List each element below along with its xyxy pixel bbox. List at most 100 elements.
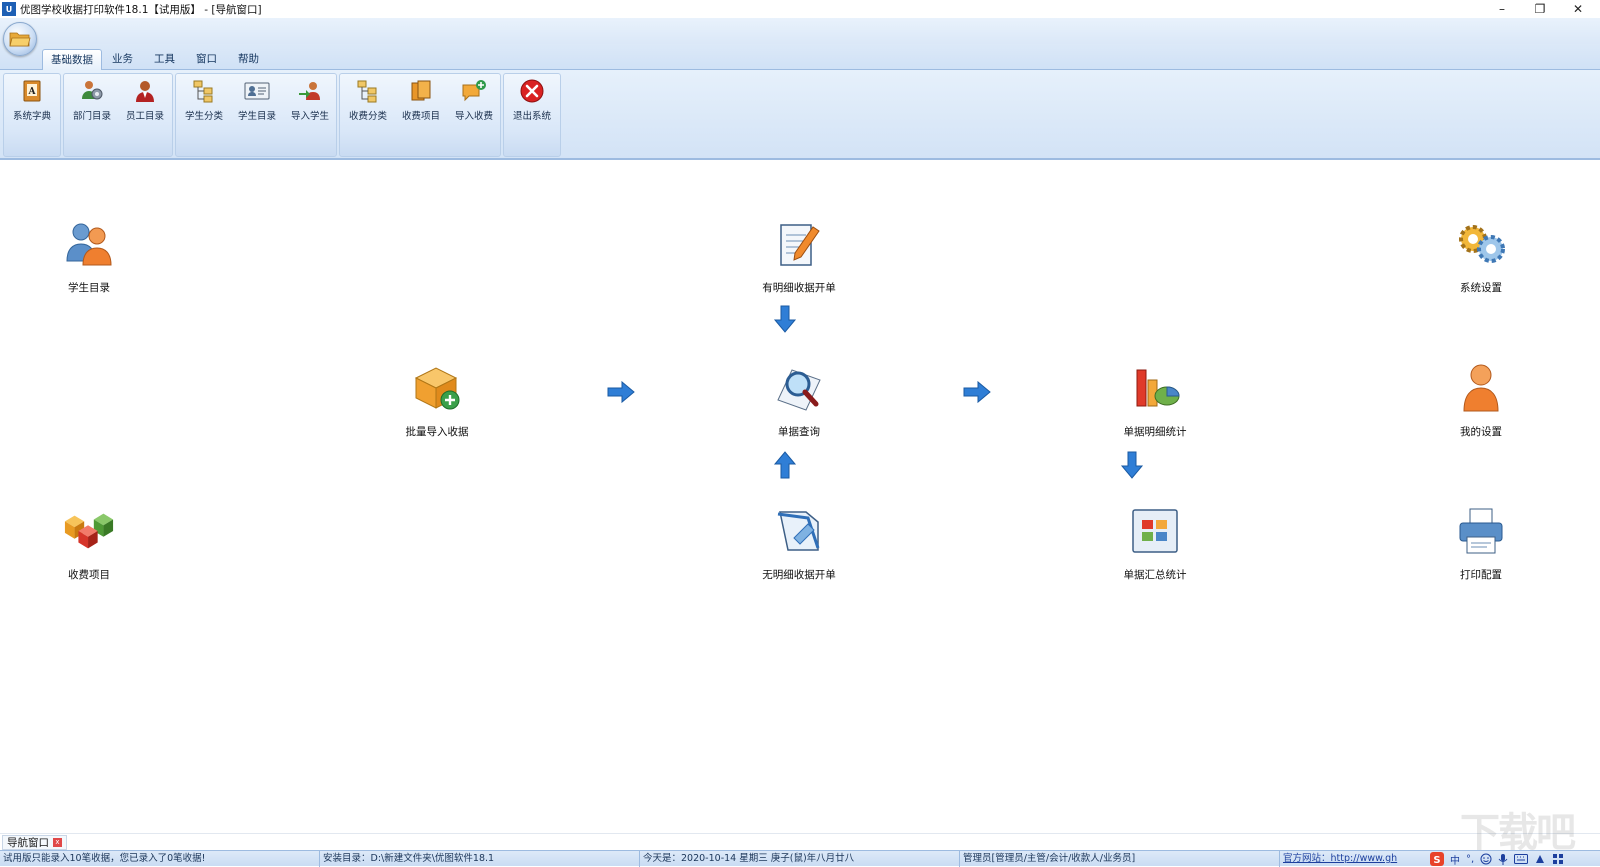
document-tab-bar: 导航窗口 x [0, 833, 1600, 850]
ribbon-button-import-charges[interactable]: 导入收费 [448, 78, 500, 128]
title-bar: U 优图学校收据打印软件18.1【试用版】 - [导航窗口] – ❐ ✕ [0, 0, 1600, 18]
ribbon-button-exit-system[interactable]: 退出系统 [506, 78, 558, 128]
box-add-icon [411, 362, 463, 414]
nav-label: 系统设置 [1460, 282, 1502, 294]
status-website[interactable]: 官方网站：http://www.gh [1280, 851, 1428, 867]
summary-icon [1129, 505, 1181, 557]
department-group-icon [79, 78, 105, 104]
gears-icon [1455, 218, 1507, 270]
tab-business[interactable]: 业务 [104, 49, 141, 70]
magnifier-icon [773, 362, 825, 414]
ribbon-button-student-category[interactable]: 学生分类 [178, 78, 230, 128]
nav-label: 收费项目 [68, 569, 110, 581]
keyboard-icon[interactable] [1514, 854, 1529, 864]
app-logo-icon: U [2, 2, 16, 16]
scanner-icon [773, 505, 825, 557]
ribbon-panel: A 系统字典 部门目录 员工目录 学生分类 学生目录 导入学生 收费分类 收费项… [0, 70, 1600, 160]
window-title: 优图学校收据打印软件18.1【试用版】 - [导航窗口] [20, 3, 262, 16]
ribbon-button-import-students[interactable]: 导入学生 [284, 78, 336, 128]
tab-window[interactable]: 窗口 [188, 49, 225, 70]
ribbon-group-system: A 系统字典 [3, 73, 61, 157]
exit-icon [519, 78, 545, 104]
import-message-icon [461, 78, 487, 104]
arrow-down-icon [1117, 450, 1147, 480]
nav-label: 单据汇总统计 [1123, 569, 1187, 581]
ime-mode-toggle[interactable]: 中 [1450, 852, 1460, 867]
punctuation-toggle[interactable]: °, [1466, 854, 1474, 865]
application-menu-button[interactable] [3, 22, 37, 56]
status-bar: 试用版只能录入10笔收据，您已录入了0笔收据! 安装目录：D:\新建文件夹\优图… [0, 850, 1600, 867]
svg-text:A: A [28, 87, 37, 97]
maximize-button[interactable]: ❐ [1522, 0, 1558, 18]
document-edit-icon [773, 218, 825, 270]
open-folder-icon [9, 32, 31, 47]
ribbon-button-department-list[interactable]: 部门目录 [66, 78, 118, 128]
ribbon-button-label: 导入学生 [290, 111, 329, 122]
document-tab-navigation[interactable]: 导航窗口 x [2, 835, 67, 850]
tab-help[interactable]: 帮助 [230, 49, 267, 70]
nav-charge-items[interactable]: 收费项目 [34, 505, 144, 582]
ribbon-button-system-dictionary[interactable]: A 系统字典 [6, 78, 58, 128]
nav-label: 学生目录 [68, 282, 110, 294]
ribbon-group-organization: 部门目录 员工目录 [63, 73, 173, 157]
arrow-right-icon [606, 377, 636, 407]
ribbon-button-label: 收费项目 [401, 111, 440, 122]
ribbon-button-charge-category[interactable]: 收费分类 [342, 78, 394, 128]
arrow-up-icon [770, 450, 800, 480]
nav-student-list[interactable]: 学生目录 [34, 218, 144, 295]
ribbon-button-label: 部门目录 [72, 111, 111, 122]
nav-receipt-detail-statistics[interactable]: 单据明细统计 [1100, 362, 1210, 439]
tab-basic-data[interactable]: 基础数据 [42, 49, 102, 70]
close-tab-icon[interactable]: x [53, 838, 62, 847]
nav-label: 单据查询 [778, 426, 820, 438]
nav-print-config[interactable]: 打印配置 [1426, 505, 1536, 582]
nav-simple-receipt-billing[interactable]: 无明细收据开单 [744, 505, 854, 582]
ribbon-tab-bar: 基础数据 业务 工具 窗口 帮助 [0, 44, 1600, 70]
arrow-down-icon [770, 304, 800, 334]
ribbon-button-charge-items[interactable]: 收费项目 [395, 78, 447, 128]
user-icon [1455, 362, 1507, 414]
ribbon-group-exit: 退出系统 [503, 73, 561, 157]
toolbox-icon[interactable] [1552, 853, 1564, 865]
ribbon-button-label: 学生分类 [184, 111, 223, 122]
skin-icon[interactable] [1534, 853, 1546, 865]
nav-label: 有明细收据开单 [762, 282, 836, 294]
microphone-icon[interactable] [1498, 853, 1508, 865]
status-user-role: 管理员[管理员/主管/会计/收款人/业务员] [960, 851, 1280, 867]
close-button[interactable]: ✕ [1560, 0, 1596, 18]
dictionary-book-icon: A [19, 78, 45, 104]
ribbon-button-student-list[interactable]: 学生目录 [231, 78, 283, 128]
nav-batch-import-receipts[interactable]: 批量导入收据 [382, 362, 492, 439]
id-card-icon [244, 78, 270, 104]
ribbon-button-label: 系统字典 [12, 111, 51, 122]
ribbon-group-students: 学生分类 学生目录 导入学生 [175, 73, 337, 157]
svg-text:S: S [1433, 855, 1440, 866]
chart-icon [1129, 362, 1181, 414]
ribbon-button-label: 学生目录 [237, 111, 276, 122]
documents-icon [408, 78, 434, 104]
printer-icon [1455, 505, 1507, 557]
ribbon-button-employee-list[interactable]: 员工目录 [119, 78, 171, 128]
tree-category-icon [191, 78, 217, 104]
document-tab-label: 导航窗口 [7, 837, 49, 849]
nav-label: 单据明细统计 [1123, 426, 1187, 438]
emoji-icon[interactable] [1480, 853, 1492, 865]
tab-tools[interactable]: 工具 [146, 49, 183, 70]
sogou-ime-icon[interactable]: S [1430, 852, 1444, 866]
nav-detailed-receipt-billing[interactable]: 有明细收据开单 [744, 218, 854, 295]
nav-receipt-query[interactable]: 单据查询 [744, 362, 854, 439]
navigation-canvas: 学生目录 有明细收据开单 系统设置 批量导入收据 单据查询 单据明细统计 我的设… [0, 160, 1600, 833]
ribbon-button-label: 收费分类 [348, 111, 387, 122]
minimize-button[interactable]: – [1484, 0, 1520, 18]
status-date: 今天是：2020-10-14 星期三 庚子(鼠)年八月廿八 [640, 851, 960, 867]
website-link[interactable]: http://www.gh [1331, 853, 1398, 864]
nav-system-settings[interactable]: 系统设置 [1426, 218, 1536, 295]
ribbon-group-charges: 收费分类 收费项目 导入收费 [339, 73, 501, 157]
nav-label: 我的设置 [1460, 426, 1502, 438]
employee-icon [132, 78, 158, 104]
nav-receipt-summary-statistics[interactable]: 单据汇总统计 [1100, 505, 1210, 582]
nav-label: 无明细收据开单 [762, 569, 836, 581]
nav-my-settings[interactable]: 我的设置 [1426, 362, 1536, 439]
ribbon-button-label: 导入收费 [454, 111, 493, 122]
users-icon [63, 218, 115, 270]
